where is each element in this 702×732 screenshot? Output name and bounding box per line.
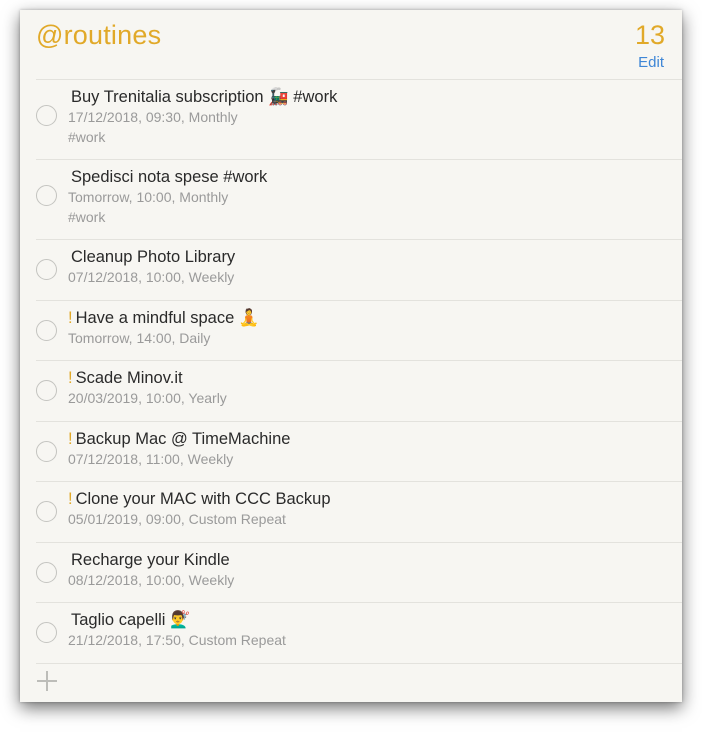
task-title: Spedisci nota spese #work — [68, 167, 672, 187]
task-content[interactable]: ! Scade Minov.it 20/03/2019, 10:00, Yearl… — [68, 368, 672, 408]
list-title: @routines — [36, 20, 162, 50]
task-content[interactable]: ! Have a mindful space 🧘 Tomorrow, 14:00,… — [68, 308, 672, 348]
task-content[interactable]: ! Clone your MAC with CCC Backup 05/01/20… — [68, 489, 672, 529]
task-tags: #work — [68, 129, 106, 145]
task-title-text: Backup Mac @ TimeMachine — [75, 429, 291, 448]
list-header: @routines 13 Edit — [20, 10, 682, 80]
task-list: Buy Trenitalia subscription 🚂 #work 17/1… — [36, 79, 682, 664]
task-row: ! Clone your MAC with CCC Backup 05/01/20… — [36, 482, 682, 543]
task-due-info: 21/12/2018, 17:50, Custom Repeat — [68, 632, 286, 648]
task-title: Cleanup Photo Library — [68, 247, 672, 267]
task-title: ! Scade Minov.it — [68, 368, 672, 388]
task-row: Spedisci nota spese #work Tomorrow, 10:0… — [36, 160, 682, 240]
task-due-info: 07/12/2018, 11:00, Weekly — [68, 450, 234, 467]
task-row: ! Backup Mac @ TimeMachine 07/12/2018, 11… — [36, 422, 682, 482]
task-row: Recharge your Kindle 08/12/2018, 10:00, … — [36, 543, 682, 603]
priority-marker: ! — [68, 369, 73, 387]
task-title-text: Buy Trenitalia subscription 🚂 #work — [71, 88, 338, 106]
task-due-info: Tomorrow, 10:00, Monthly — [68, 189, 229, 205]
task-row: ! Have a mindful space 🧘 Tomorrow, 14:00,… — [36, 301, 682, 361]
task-content[interactable]: ! Backup Mac @ TimeMachine 07/12/2018, 11… — [68, 429, 672, 469]
edit-button[interactable]: Edit — [638, 54, 664, 71]
task-title-text: Have a mindful space 🧘 — [75, 308, 260, 327]
task-title-text: Taglio capelli 💇‍♂️ — [71, 611, 191, 629]
task-content[interactable]: Cleanup Photo Library 07/12/2018, 10:00,… — [68, 247, 672, 287]
task-title-text: Cleanup Photo Library — [71, 248, 236, 266]
task-row: ! Scade Minov.it 20/03/2019, 10:00, Yearl… — [36, 361, 682, 422]
complete-checkbox[interactable] — [36, 259, 57, 280]
task-content[interactable]: Buy Trenitalia subscription 🚂 #work 17/1… — [68, 87, 672, 147]
complete-checkbox[interactable] — [36, 380, 57, 401]
complete-checkbox[interactable] — [36, 105, 57, 126]
task-due-info: 20/03/2019, 10:00, Yearly — [68, 390, 227, 406]
complete-checkbox[interactable] — [36, 185, 57, 206]
plus-icon[interactable] — [36, 670, 58, 692]
task-title: Taglio capelli 💇‍♂️ — [68, 610, 672, 630]
reminders-list-panel: @routines 13 Edit Buy Trenitalia subscri… — [20, 10, 682, 702]
task-content[interactable]: Recharge your Kindle 08/12/2018, 10:00, … — [68, 550, 672, 590]
task-row: Buy Trenitalia subscription 🚂 #work 17/1… — [36, 80, 682, 160]
priority-marker: ! — [68, 490, 73, 508]
priority-marker: ! — [68, 308, 73, 327]
task-title-text: Recharge your Kindle — [71, 550, 230, 569]
complete-checkbox[interactable] — [36, 561, 57, 583]
task-due-info: Tomorrow, 14:00, Daily — [68, 329, 211, 346]
complete-checkbox[interactable] — [36, 319, 57, 341]
task-due-info: 17/12/2018, 09:30, Monthly — [68, 109, 238, 125]
complete-checkbox[interactable] — [36, 501, 57, 522]
task-row: Taglio capelli 💇‍♂️ 21/12/2018, 17:50, C… — [36, 603, 682, 664]
task-row: Cleanup Photo Library 07/12/2018, 10:00,… — [36, 240, 682, 301]
task-title: ! Backup Mac @ TimeMachine — [68, 429, 672, 449]
task-count: 13 — [634, 20, 665, 50]
complete-checkbox[interactable] — [36, 622, 57, 643]
priority-marker: ! — [68, 429, 73, 448]
task-due-info: 07/12/2018, 10:00, Weekly — [68, 269, 235, 285]
task-title: ! Have a mindful space 🧘 — [68, 308, 672, 328]
task-tags: #work — [68, 209, 106, 225]
task-due-info: 08/12/2018, 10:00, Weekly — [68, 571, 235, 588]
task-title: Buy Trenitalia subscription 🚂 #work — [68, 87, 672, 107]
task-content[interactable]: Spedisci nota spese #work Tomorrow, 10:0… — [68, 167, 672, 227]
task-title-text: Clone your MAC with CCC Backup — [75, 490, 331, 508]
task-title: ! Clone your MAC with CCC Backup — [68, 489, 672, 509]
task-due-info: 05/01/2019, 09:00, Custom Repeat — [68, 511, 286, 527]
task-title-text: Scade Minov.it — [75, 369, 183, 387]
complete-checkbox[interactable] — [36, 440, 57, 462]
task-title-text: Spedisci nota spese #work — [71, 168, 268, 186]
task-title: Recharge your Kindle — [68, 550, 672, 570]
task-content[interactable]: Taglio capelli 💇‍♂️ 21/12/2018, 17:50, C… — [68, 610, 672, 650]
